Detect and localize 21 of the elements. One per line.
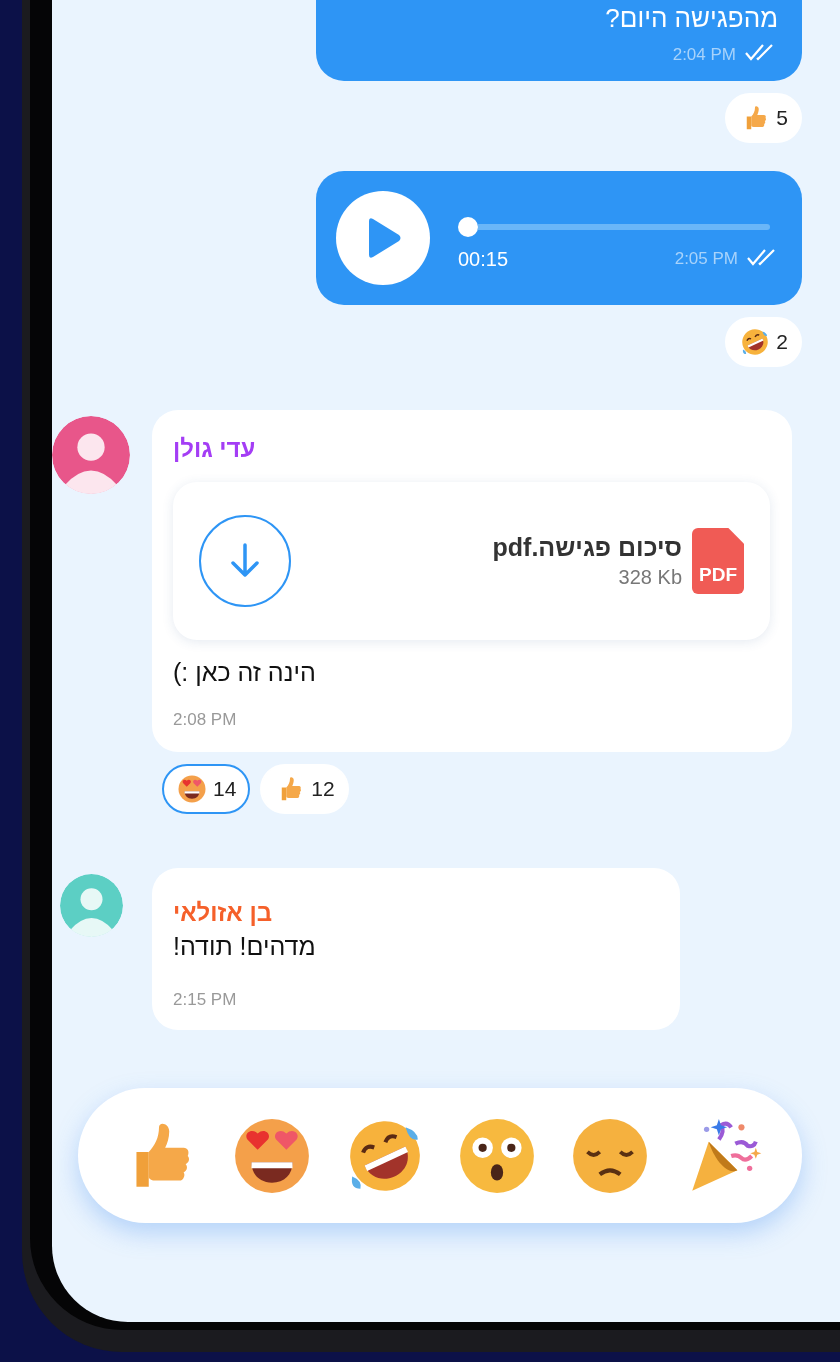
file-name: סיכום פגישה.pdf — [492, 533, 682, 562]
reaction-chip[interactable]: 12 — [260, 764, 349, 814]
audio-progress-thumb[interactable] — [458, 216, 478, 237]
reaction-chip[interactable]: 14 — [162, 764, 251, 814]
download-arrow-icon — [228, 542, 262, 580]
message-time: 2:04 PM — [672, 44, 736, 65]
message-text: מדהים! תודה! — [173, 931, 316, 962]
file-size: 328 Kb — [618, 566, 682, 589]
message-time: 2:15 PM — [173, 990, 237, 1010]
message-text: הינה זה כאן :) — [173, 657, 316, 688]
audio-duration: 00:15 — [458, 247, 509, 271]
sender-name: עדי גולן — [173, 434, 256, 464]
pdf-file-icon: PDF — [692, 528, 744, 594]
heart-eyes-emoji-icon — [177, 774, 207, 804]
laughing-tears-emoji-icon — [740, 327, 771, 357]
message-time: 2:05 PM — [674, 249, 738, 269]
sender-name: בן אזולאי — [173, 898, 272, 928]
message-text: מהפגישה היום? — [605, 2, 778, 34]
message-time: 2:08 PM — [173, 710, 237, 730]
reaction-chip[interactable]: 2 — [725, 317, 802, 367]
reaction-chip[interactable]: 5 — [725, 93, 802, 143]
